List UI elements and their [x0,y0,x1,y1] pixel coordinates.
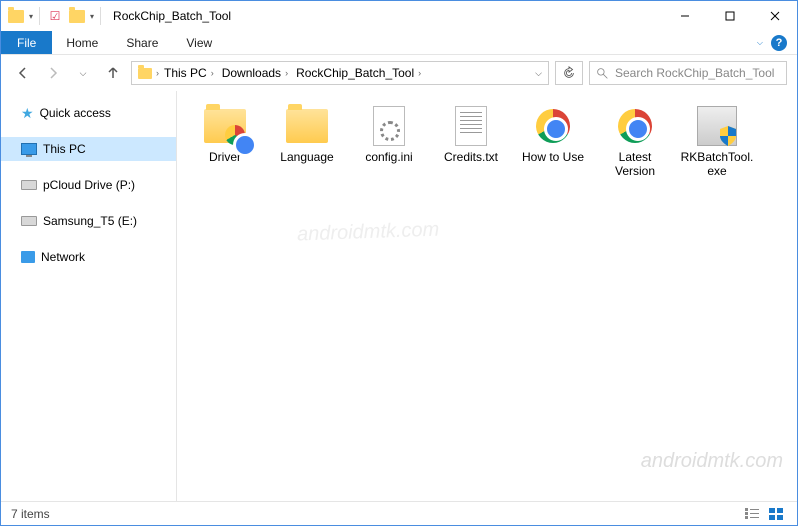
details-view-button[interactable] [741,505,763,523]
drive-icon [21,216,37,226]
recent-dropdown-icon[interactable]: ⌵ [71,61,95,85]
status-item-count: 7 items [11,507,50,521]
file-item[interactable]: config.ini [351,105,427,179]
title-bar: ▾ ☑ ▾ RockChip_Batch_Tool [1,1,797,31]
chevron-right-icon[interactable]: › [156,68,159,78]
monitor-icon [21,143,37,155]
file-item[interactable]: Credits.txt [433,105,509,179]
address-bar[interactable]: › This PC › Downloads › RockChip_Batch_Too… [131,61,549,85]
sidebar-item-this-pc[interactable]: This PC [1,137,176,161]
item-label: config.ini [351,150,427,164]
minimize-button[interactable] [662,1,707,31]
folder-icon [286,109,328,143]
item-label: Credits.txt [433,150,509,164]
tab-view[interactable]: View [172,31,226,54]
watermark: androidmtk.com [297,219,440,247]
chrome-icon [536,109,570,143]
breadcrumb-segment[interactable]: RockChip_Batch_Tool › [293,66,424,80]
search-placeholder: Search RockChip_Batch_Tool [615,66,774,80]
chrome-icon [225,125,245,145]
sidebar-item-samsung-drive[interactable]: Samsung_T5 (E:) [1,209,176,233]
breadcrumb-segment[interactable]: This PC › [161,66,217,80]
forward-button[interactable] [41,61,65,85]
file-item[interactable]: Latest Version [597,105,673,179]
shield-icon [718,125,738,147]
watermark: androidmtk.com [641,450,783,473]
item-label: How to Use [515,150,591,164]
breadcrumb-segment[interactable]: Downloads › [219,66,291,80]
qat-customize-icon[interactable]: ▾ [90,12,94,21]
sidebar-item-label: Quick access [40,106,111,120]
file-item[interactable]: RKBatchTool.exe [679,105,755,179]
sidebar-item-pcloud-drive[interactable]: pCloud Drive (P:) [1,173,176,197]
sidebar-item-quick-access[interactable]: ★ Quick access [1,101,176,125]
item-label: Language [269,150,345,164]
qat-properties-icon[interactable]: ☑ [46,7,64,25]
tab-home[interactable]: Home [52,31,112,54]
file-list[interactable]: androidmtk.com Driver Language config.in… [177,91,797,501]
help-icon[interactable]: ? [771,35,787,51]
chevron-right-icon[interactable]: › [418,68,421,78]
maximize-button[interactable] [707,1,752,31]
search-input[interactable]: Search RockChip_Batch_Tool [589,61,787,85]
sidebar-item-label: Network [41,250,85,264]
up-button[interactable] [101,61,125,85]
sidebar-item-label: pCloud Drive (P:) [43,178,135,192]
window-title: RockChip_Batch_Tool [113,9,231,23]
address-folder-icon [136,64,154,82]
chrome-icon [618,109,652,143]
sidebar-item-network[interactable]: Network [1,245,176,269]
breadcrumb-label: This PC [164,66,207,80]
ribbon-tabs: File Home Share View ⌵ ? [1,31,797,55]
ribbon-expand-icon[interactable]: ⌵ [757,38,763,48]
config-file-icon [373,106,405,146]
network-icon [21,251,35,263]
sidebar-item-label: This PC [43,142,86,156]
qat-dropdown-icon[interactable]: ▾ [29,12,33,21]
refresh-button[interactable] [555,61,583,85]
address-dropdown-icon[interactable]: ⌵ [529,68,548,79]
back-button[interactable] [11,61,35,85]
drive-icon [21,180,37,190]
large-icons-view-button[interactable] [765,505,787,523]
qat-folder-icon[interactable] [7,7,25,25]
qat-newfolder-icon[interactable] [68,7,86,25]
tab-share[interactable]: Share [112,31,172,54]
sidebar-item-label: Samsung_T5 (E:) [43,214,137,228]
text-file-icon [455,106,487,146]
star-icon: ★ [21,105,34,122]
folder-item[interactable]: Driver [187,105,263,179]
exe-icon [697,106,737,146]
chevron-right-icon[interactable]: › [211,68,214,78]
item-label: RKBatchTool.exe [679,150,755,179]
breadcrumb-label: Downloads [222,66,281,80]
navigation-bar: ⌵ › This PC › Downloads › RockChip_Batch_T… [1,55,797,91]
status-bar: 7 items [1,501,797,525]
file-item[interactable]: How to Use [515,105,591,179]
search-icon [596,67,609,80]
chevron-right-icon[interactable]: › [285,68,288,78]
navigation-pane: ★Quick access This PC pCloud Drive (P:) … [1,91,177,501]
tab-file[interactable]: File [1,31,52,54]
breadcrumb-label: RockChip_Batch_Tool [296,66,414,80]
item-label: Latest Version [597,150,673,179]
folder-item[interactable]: Language [269,105,345,179]
close-button[interactable] [752,1,797,31]
